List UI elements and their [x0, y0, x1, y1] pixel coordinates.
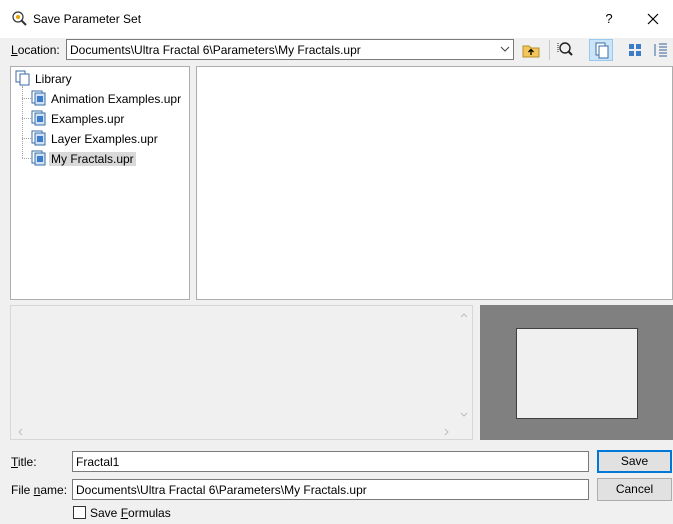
up-folder-icon	[522, 45, 540, 58]
save-formulas-checkbox[interactable]	[73, 506, 86, 519]
filename-label: File name:	[11, 483, 68, 497]
tree-connector	[22, 86, 23, 158]
up-folder-button[interactable]	[519, 39, 543, 61]
close-icon	[647, 13, 659, 25]
parameter-file-icon	[31, 90, 46, 106]
help-button[interactable]: ?	[596, 6, 622, 32]
tree-item-label: Examples.upr	[51, 112, 125, 126]
view-icons-icon	[629, 44, 641, 56]
preview-image	[516, 328, 638, 419]
tree-item-label: Library	[35, 72, 72, 86]
title-label: Title:	[11, 455, 37, 469]
tree-connector	[22, 98, 31, 99]
chevron-down-icon[interactable]	[500, 44, 510, 54]
tree-item-label: Animation Examples.upr	[51, 92, 182, 106]
location-value: Documents\Ultra Fractal 6\Parameters\My …	[70, 43, 361, 57]
title-field[interactable]: Fractal1	[72, 451, 589, 472]
view-details-icon	[654, 43, 667, 57]
save-button[interactable]: Save	[597, 450, 672, 473]
tree-connector	[22, 158, 31, 159]
cancel-button-label: Cancel	[615, 482, 654, 496]
parameter-file-icon	[31, 110, 46, 126]
scroll-down-icon[interactable]	[458, 410, 470, 420]
tree-item-label: Layer Examples.upr	[51, 132, 158, 146]
close-button[interactable]	[640, 6, 666, 32]
save-button-label: Save	[620, 454, 649, 468]
toolbar-separator	[549, 40, 550, 60]
location-label: Location:	[11, 43, 60, 57]
location-combobox[interactable]: Documents\Ultra Fractal 6\Parameters\My …	[66, 39, 514, 60]
cancel-button[interactable]: Cancel	[597, 478, 672, 501]
title-field-value: Fractal1	[76, 455, 120, 469]
library-tree[interactable]: Library Animation Examples.upr Examples.…	[10, 66, 190, 300]
parameter-file-icon	[31, 130, 46, 146]
tree-connector	[22, 138, 31, 139]
search-button[interactable]	[553, 39, 577, 61]
view-icons-button[interactable]	[623, 39, 647, 61]
parameter-file-icon	[31, 150, 46, 166]
view-details-button[interactable]	[649, 39, 673, 61]
view-tree-icon	[595, 42, 609, 59]
tree-connector	[22, 118, 31, 119]
preview-pane	[480, 305, 673, 440]
view-tree-button[interactable]	[589, 39, 613, 61]
window-title: Save Parameter Set	[33, 12, 142, 26]
help-button-label: ?	[605, 11, 613, 26]
fractal-app-icon	[12, 11, 27, 26]
scroll-up-icon[interactable]	[458, 310, 470, 320]
scroll-left-icon[interactable]	[15, 426, 25, 438]
title-bar: Save Parameter Set ?	[0, 0, 673, 38]
search-icon	[557, 42, 573, 56]
scroll-right-icon[interactable]	[442, 426, 452, 438]
tree-item-label: My Fractals.upr	[49, 152, 136, 166]
library-icon	[15, 70, 30, 86]
filename-field-value: Documents\Ultra Fractal 6\Parameters\My …	[76, 483, 367, 497]
info-pane[interactable]	[10, 305, 473, 440]
filename-field[interactable]: Documents\Ultra Fractal 6\Parameters\My …	[72, 479, 589, 500]
file-list[interactable]	[196, 66, 673, 300]
save-formulas-label[interactable]: Save Formulas	[90, 506, 171, 520]
